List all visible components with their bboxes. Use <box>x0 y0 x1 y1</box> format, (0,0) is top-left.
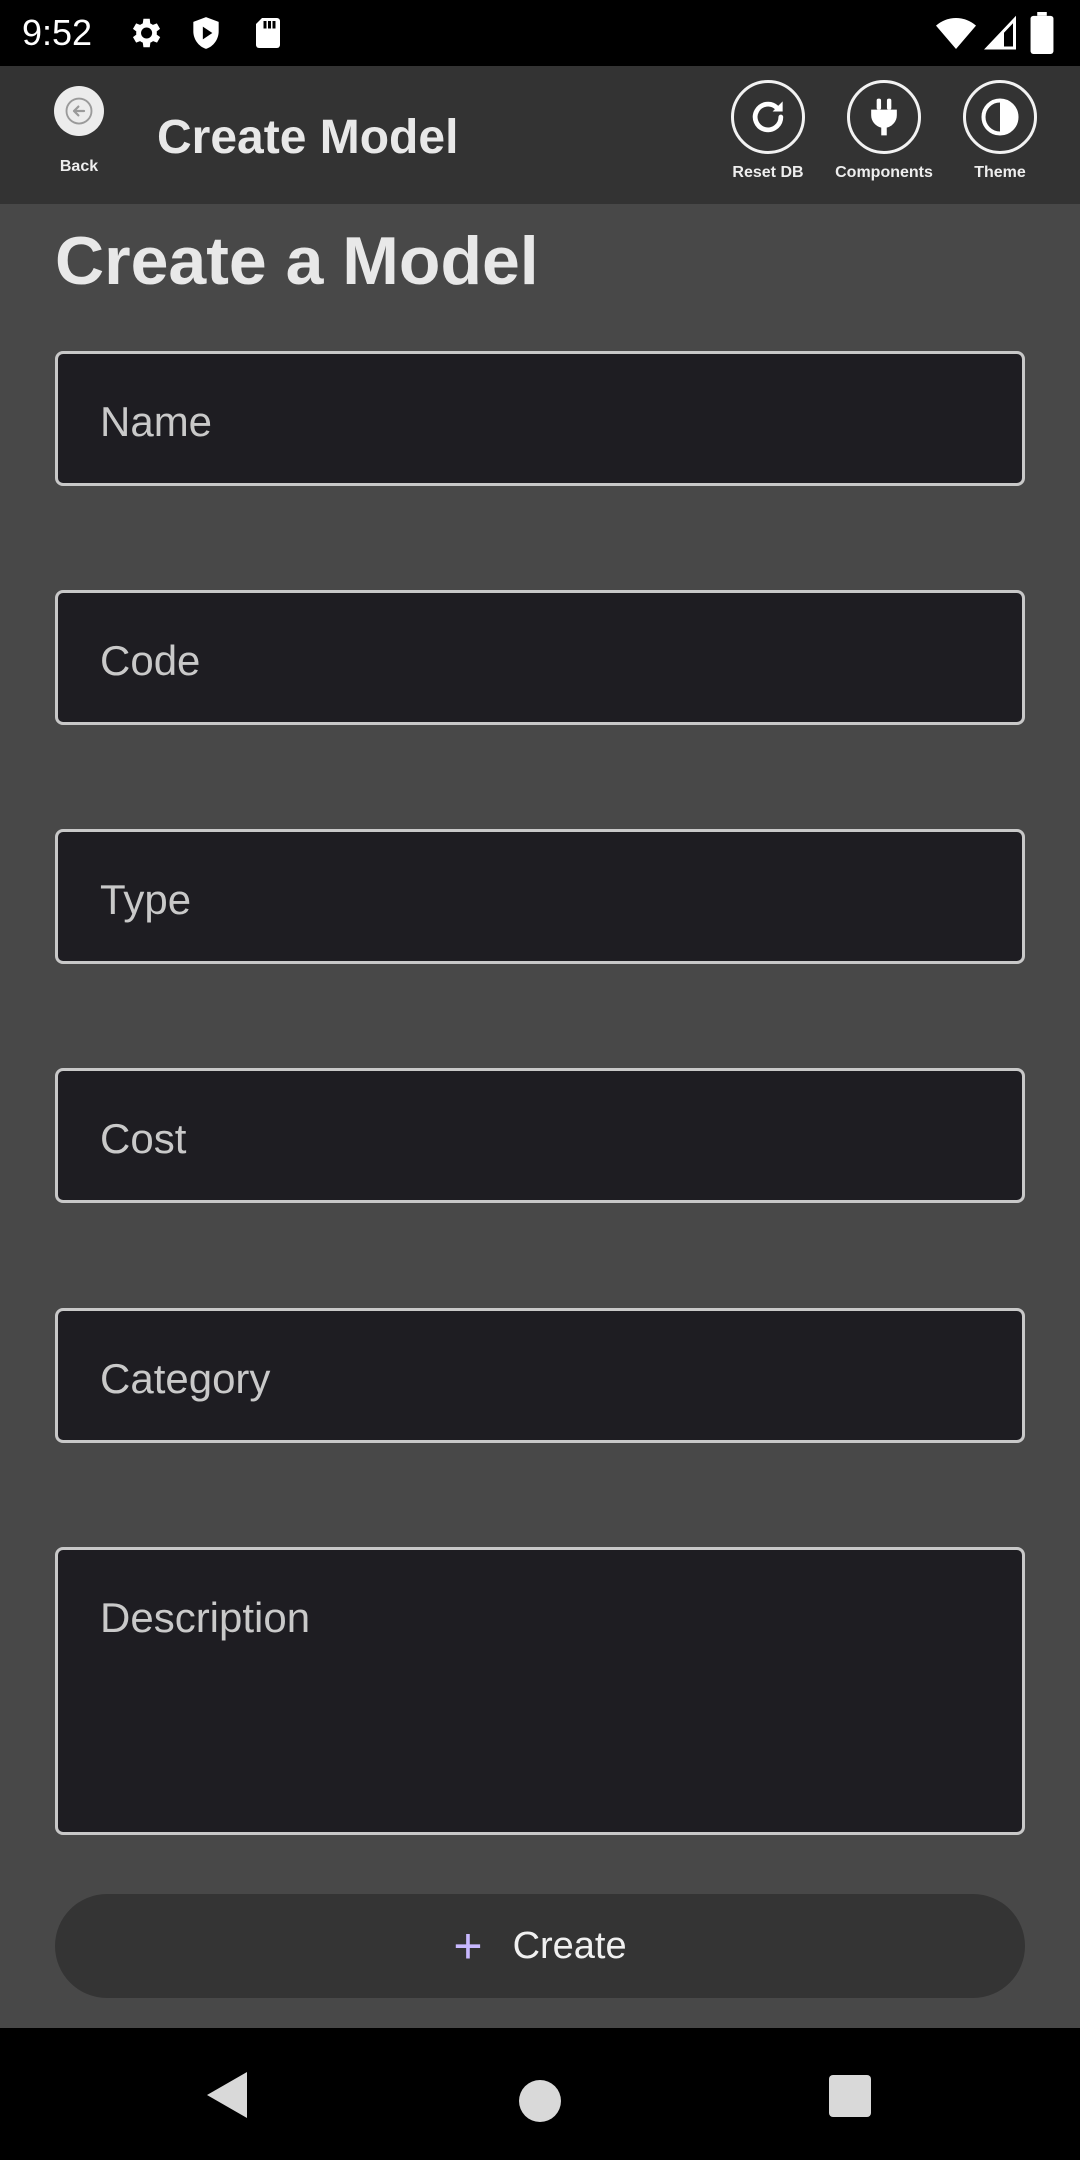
name-field-placeholder: Name <box>100 398 213 445</box>
reset-db-button[interactable]: Reset DB <box>708 80 828 182</box>
code-field-placeholder: Code <box>100 637 201 684</box>
description-field-placeholder: Description <box>100 1594 311 1641</box>
create-button[interactable]: + Create <box>55 1894 1025 1998</box>
contrast-icon <box>963 80 1037 154</box>
app-title: Create Model <box>157 111 459 164</box>
gear-icon <box>132 18 161 48</box>
plus-icon: + <box>453 1918 483 1974</box>
nav-home-icon[interactable] <box>519 2080 561 2122</box>
refresh-icon <box>731 80 805 154</box>
battery-icon <box>1030 12 1054 54</box>
system-nav-bar <box>0 2028 1080 2160</box>
page-heading: Create a Model <box>55 223 539 299</box>
reset-db-label: Reset DB <box>732 164 804 181</box>
code-field[interactable]: Code <box>55 590 1025 725</box>
back-button[interactable]: Back <box>48 86 110 176</box>
cost-field[interactable]: Cost <box>55 1068 1025 1203</box>
create-button-label: Create <box>512 1924 627 1967</box>
sd-card-icon <box>256 18 280 48</box>
status-time: 9:52 <box>22 12 93 53</box>
name-field[interactable]: Name <box>55 351 1025 486</box>
signal-icon <box>984 15 1016 50</box>
nav-recents-icon[interactable] <box>829 2075 871 2117</box>
category-field-placeholder: Category <box>100 1355 271 1402</box>
wifi-icon <box>936 18 976 49</box>
type-field[interactable]: Type <box>55 829 1025 964</box>
nav-back-icon[interactable] <box>205 2070 249 2120</box>
back-label: Back <box>59 158 99 175</box>
status-bar: 9:52 <box>0 0 1080 66</box>
type-field-placeholder: Type <box>100 876 192 923</box>
theme-button[interactable]: Theme <box>940 80 1060 182</box>
back-arrow-icon <box>54 86 104 136</box>
theme-label: Theme <box>974 164 1026 181</box>
shield-icon <box>193 17 219 49</box>
app-bar: Back Create Model Reset DB Components Th… <box>0 66 1080 204</box>
components-label: Components <box>835 164 933 181</box>
cost-field-placeholder: Cost <box>100 1115 187 1162</box>
components-button[interactable]: Components <box>824 80 944 182</box>
description-field[interactable]: Description <box>55 1547 1025 1835</box>
plug-icon <box>847 80 921 154</box>
category-field[interactable]: Category <box>55 1308 1025 1443</box>
